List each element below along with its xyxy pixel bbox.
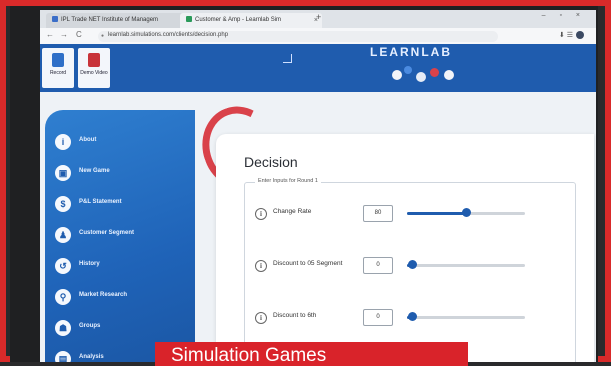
browser-actions[interactable]: ⬇ ☰ — [559, 31, 584, 40]
address-bar[interactable]: ● learnlab.simulations.com/clients/decis… — [98, 31, 498, 42]
video-icon — [88, 53, 100, 67]
sidebar-item-groups[interactable]: ☗ Groups — [55, 318, 195, 340]
sidebar-item-customer-segment[interactable]: ♟ Customer Segment — [55, 225, 195, 247]
input-row-change-rate: i Change Rate 80 — [255, 201, 575, 231]
research-icon: ⚲ — [55, 289, 71, 305]
slider-fill — [407, 212, 466, 215]
app-header: Record Demo Video LEARNLAB — [40, 44, 596, 92]
profile-avatar[interactable] — [576, 31, 584, 40]
sidebar-item-label: About — [79, 137, 97, 143]
slider-thumb[interactable] — [462, 208, 471, 217]
input-label: Discount to 6th — [273, 312, 317, 319]
page-title: Decision — [244, 154, 298, 170]
customer-icon: ♟ — [55, 227, 71, 243]
info-icon: i — [55, 134, 71, 150]
info-icon[interactable]: i — [255, 312, 267, 324]
sidebar: i About ▣ New Game $ P&L Statement ♟ Cus… — [45, 110, 195, 362]
input-label: Discount to 05 Segment — [273, 260, 343, 267]
sidebar-item-label: P&L Statement — [79, 199, 122, 205]
slider[interactable] — [407, 260, 525, 269]
value-field[interactable]: 0 — [363, 257, 393, 274]
sidebar-item-market-research[interactable]: ⚲ Market Research — [55, 287, 195, 309]
new-tab-button[interactable]: + — [316, 12, 321, 22]
demo-video-label: Demo Video — [80, 70, 108, 76]
record-label: Record — [49, 70, 67, 76]
slider[interactable] — [407, 208, 525, 217]
slider-thumb[interactable] — [407, 260, 417, 269]
tab-favicon-icon — [52, 16, 58, 23]
brand-logo: LEARNLAB — [370, 45, 452, 59]
inputs-fieldset: Enter Inputs for Round 1 i Change Rate 8… — [244, 178, 576, 362]
decision-panel: Decision Enter Inputs for Round 1 i Chan… — [216, 134, 594, 362]
sidebar-item-label: New Game — [79, 168, 110, 174]
slider[interactable] — [407, 312, 525, 321]
address-row: ← → C ● learnlab.simulations.com/clients… — [40, 28, 596, 44]
sidebar-item-label: History — [79, 261, 100, 267]
sidebar-item-label: Customer Segment — [79, 230, 135, 236]
forward-icon[interactable]: → — [60, 30, 68, 39]
caption-banner: Simulation Games — [155, 342, 468, 366]
tab-title: IPL Trade NET Institute of Managem — [61, 17, 159, 23]
value-field[interactable]: 0 — [363, 309, 393, 326]
window-controls[interactable]: – ▫ × — [542, 12, 586, 19]
record-icon — [52, 53, 64, 67]
sidebar-item-label: Market Research — [79, 292, 128, 298]
logo-graphic-icon — [390, 64, 470, 84]
tab-favicon-icon — [186, 16, 192, 23]
value-field[interactable]: 80 — [363, 205, 393, 222]
tab-bar: IPL Trade NET Institute of Managem × Cus… — [40, 10, 596, 28]
input-row-discount-6th: i Discount to 6th 0 — [255, 305, 575, 335]
browser-window: IPL Trade NET Institute of Managem × Cus… — [40, 10, 596, 362]
demo-video-button[interactable]: Demo Video — [78, 48, 110, 88]
fieldset-legend: Enter Inputs for Round 1 — [255, 178, 321, 184]
input-label: Change Rate — [273, 208, 312, 215]
browser-tab-1[interactable]: IPL Trade NET Institute of Managem × — [46, 13, 188, 28]
info-icon[interactable]: i — [255, 260, 267, 272]
header-marker-icon — [283, 54, 292, 63]
sidebar-item-history[interactable]: ↺ History — [55, 256, 195, 278]
slider-thumb[interactable] — [407, 312, 417, 321]
info-icon[interactable]: i — [255, 208, 267, 220]
game-icon: ▣ — [55, 165, 71, 181]
reload-icon[interactable]: C — [76, 30, 82, 39]
sidebar-item-new-game[interactable]: ▣ New Game — [55, 163, 195, 185]
tab-title: Customer & Amp - Learnlab Sim — [195, 17, 282, 23]
input-row-discount-segment: i Discount to 05 Segment 0 — [255, 253, 575, 283]
history-icon: ↺ — [55, 258, 71, 274]
sidebar-item-label: Groups — [79, 323, 101, 329]
groups-icon: ☗ — [55, 320, 71, 336]
back-icon[interactable]: ← — [46, 30, 54, 39]
lock-icon: ● — [101, 33, 105, 39]
record-button[interactable]: Record — [42, 48, 74, 88]
analysis-icon: ▤ — [55, 351, 71, 362]
main-content: i About ▣ New Game $ P&L Statement ♟ Cus… — [40, 92, 596, 362]
url-text: learnlab.simulations.com/clients/decisio… — [108, 32, 229, 38]
sidebar-item-label: Analysis — [79, 354, 104, 360]
statement-icon: $ — [55, 196, 71, 212]
sidebar-item-about[interactable]: i About — [55, 132, 195, 154]
browser-tab-2[interactable]: Customer & Amp - Learnlab Sim × — [180, 13, 322, 28]
sidebar-item-pl-statement[interactable]: $ P&L Statement — [55, 194, 195, 216]
